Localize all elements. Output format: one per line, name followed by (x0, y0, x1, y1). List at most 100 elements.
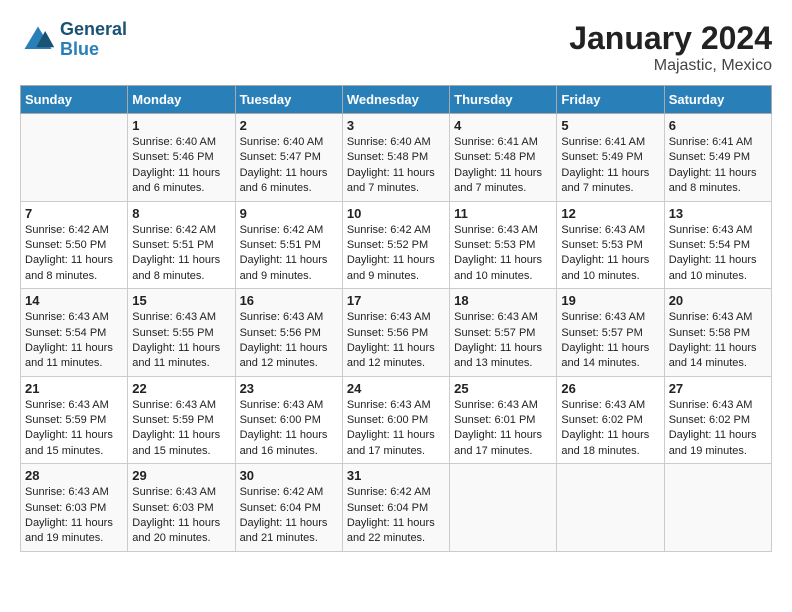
day-number: 19 (561, 293, 659, 308)
day-number: 6 (669, 118, 767, 133)
title-block: January 2024 Majastic, Mexico (569, 20, 772, 75)
day-number: 22 (132, 381, 230, 396)
cell-details: Sunrise: 6:43 AMSunset: 5:59 PMDaylight:… (25, 398, 123, 460)
day-number: 28 (25, 468, 123, 483)
cell-details: Sunrise: 6:42 AMSunset: 6:04 PMDaylight:… (347, 485, 445, 547)
calendar-cell: 24Sunrise: 6:43 AMSunset: 6:00 PMDayligh… (342, 376, 449, 464)
calendar-cell: 20 Sunrise: 6:43 AMSunset: 5:58 PMDayligh… (664, 289, 771, 377)
calendar-cell: 8 Sunrise: 6:42 AMSunset: 5:51 PMDaylight… (128, 201, 235, 289)
day-number: 7 (25, 206, 123, 221)
logo-icon (20, 22, 56, 58)
calendar-cell: 26Sunrise: 6:43 AMSunset: 6:02 PMDayligh… (557, 376, 664, 464)
week-row-3: 14 Sunrise: 6:43 AMSunset: 5:54 PMDayligh… (21, 289, 772, 377)
calendar-cell: 22 Sunrise: 6:43 AMSunset: 5:59 PMDayligh… (128, 376, 235, 464)
calendar-cell: 5Sunrise: 6:41 AMSunset: 5:49 PMDaylight… (557, 114, 664, 202)
week-row-2: 7 Sunrise: 6:42 AMSunset: 5:50 PMDaylight… (21, 201, 772, 289)
col-header-thursday: Thursday (450, 86, 557, 114)
calendar-cell: 12 Sunrise: 6:43 AMSunset: 5:53 PMDayligh… (557, 201, 664, 289)
cell-details: Sunrise: 6:43 AMSunset: 6:03 PMDaylight:… (25, 485, 123, 547)
day-number: 9 (240, 206, 338, 221)
day-number: 27 (669, 381, 767, 396)
calendar-cell (21, 114, 128, 202)
page-header: General Blue January 2024 Majastic, Mexi… (20, 20, 772, 75)
subtitle: Majastic, Mexico (569, 57, 772, 75)
day-number: 13 (669, 206, 767, 221)
cell-details: Sunrise: 6:43 AMSunset: 5:55 PMDaylight:… (132, 310, 230, 372)
day-number: 23 (240, 381, 338, 396)
cell-details: Sunrise: 6:43 AMSunset: 5:53 PMDaylight:… (561, 223, 659, 285)
calendar-table: SundayMondayTuesdayWednesdayThursdayFrid… (20, 85, 772, 552)
day-number: 1 (132, 118, 230, 133)
cell-details: Sunrise: 6:43 AMSunset: 6:02 PMDaylight:… (561, 398, 659, 460)
main-title: January 2024 (569, 20, 772, 57)
week-row-1: 1 Sunrise: 6:40 AMSunset: 5:46 PMDaylight… (21, 114, 772, 202)
day-number: 14 (25, 293, 123, 308)
cell-details: Sunrise: 6:41 AMSunset: 5:48 PMDaylight:… (454, 135, 552, 197)
day-number: 31 (347, 468, 445, 483)
cell-details: Sunrise: 6:43 AMSunset: 5:56 PMDaylight:… (240, 310, 338, 372)
calendar-cell: 23Sunrise: 6:43 AMSunset: 6:00 PMDayligh… (235, 376, 342, 464)
cell-details: Sunrise: 6:43 AMSunset: 5:54 PMDaylight:… (25, 310, 123, 372)
cell-details: Sunrise: 6:43 AMSunset: 5:57 PMDaylight:… (454, 310, 552, 372)
calendar-cell (450, 464, 557, 552)
cell-details: Sunrise: 6:41 AMSunset: 5:49 PMDaylight:… (561, 135, 659, 197)
cell-details: Sunrise: 6:43 AMSunset: 5:58 PMDaylight:… (669, 310, 767, 372)
calendar-cell: 10 Sunrise: 6:42 AMSunset: 5:52 PMDayligh… (342, 201, 449, 289)
calendar-cell: 27 Sunrise: 6:43 AMSunset: 6:02 PMDayligh… (664, 376, 771, 464)
calendar-cell: 31 Sunrise: 6:42 AMSunset: 6:04 PMDayligh… (342, 464, 449, 552)
day-number: 21 (25, 381, 123, 396)
col-header-wednesday: Wednesday (342, 86, 449, 114)
cell-details: Sunrise: 6:42 AMSunset: 5:52 PMDaylight:… (347, 223, 445, 285)
day-number: 15 (132, 293, 230, 308)
day-number: 20 (669, 293, 767, 308)
col-header-saturday: Saturday (664, 86, 771, 114)
cell-details: Sunrise: 6:42 AMSunset: 6:04 PMDaylight:… (240, 485, 338, 547)
day-number: 18 (454, 293, 552, 308)
day-number: 4 (454, 118, 552, 133)
calendar-cell: 6Sunrise: 6:41 AMSunset: 5:49 PMDaylight… (664, 114, 771, 202)
calendar-cell (557, 464, 664, 552)
calendar-cell: 4 Sunrise: 6:41 AMSunset: 5:48 PMDaylight… (450, 114, 557, 202)
day-number: 3 (347, 118, 445, 133)
day-number: 16 (240, 293, 338, 308)
day-number: 11 (454, 206, 552, 221)
day-number: 30 (240, 468, 338, 483)
day-number: 8 (132, 206, 230, 221)
day-number: 2 (240, 118, 338, 133)
calendar-cell: 3Sunrise: 6:40 AMSunset: 5:48 PMDaylight… (342, 114, 449, 202)
day-number: 17 (347, 293, 445, 308)
calendar-cell: 14 Sunrise: 6:43 AMSunset: 5:54 PMDayligh… (21, 289, 128, 377)
calendar-cell: 28 Sunrise: 6:43 AMSunset: 6:03 PMDayligh… (21, 464, 128, 552)
calendar-cell: 25Sunrise: 6:43 AMSunset: 6:01 PMDayligh… (450, 376, 557, 464)
day-number: 24 (347, 381, 445, 396)
week-row-5: 28 Sunrise: 6:43 AMSunset: 6:03 PMDayligh… (21, 464, 772, 552)
cell-details: Sunrise: 6:43 AMSunset: 6:02 PMDaylight:… (669, 398, 767, 460)
calendar-cell: 11Sunrise: 6:43 AMSunset: 5:53 PMDayligh… (450, 201, 557, 289)
day-number: 12 (561, 206, 659, 221)
calendar-cell: 15 Sunrise: 6:43 AMSunset: 5:55 PMDayligh… (128, 289, 235, 377)
cell-details: Sunrise: 6:43 AMSunset: 5:54 PMDaylight:… (669, 223, 767, 285)
col-header-sunday: Sunday (21, 86, 128, 114)
calendar-cell: 16 Sunrise: 6:43 AMSunset: 5:56 PMDayligh… (235, 289, 342, 377)
cell-details: Sunrise: 6:43 AMSunset: 5:59 PMDaylight:… (132, 398, 230, 460)
calendar-cell: 21 Sunrise: 6:43 AMSunset: 5:59 PMDayligh… (21, 376, 128, 464)
column-headers: SundayMondayTuesdayWednesdayThursdayFrid… (21, 86, 772, 114)
calendar-cell: 18 Sunrise: 6:43 AMSunset: 5:57 PMDayligh… (450, 289, 557, 377)
col-header-monday: Monday (128, 86, 235, 114)
calendar-cell: 1 Sunrise: 6:40 AMSunset: 5:46 PMDaylight… (128, 114, 235, 202)
day-number: 29 (132, 468, 230, 483)
cell-details: Sunrise: 6:42 AMSunset: 5:50 PMDaylight:… (25, 223, 123, 285)
week-row-4: 21 Sunrise: 6:43 AMSunset: 5:59 PMDayligh… (21, 376, 772, 464)
cell-details: Sunrise: 6:43 AMSunset: 5:56 PMDaylight:… (347, 310, 445, 372)
col-header-friday: Friday (557, 86, 664, 114)
calendar-cell: 30 Sunrise: 6:42 AMSunset: 6:04 PMDayligh… (235, 464, 342, 552)
day-number: 10 (347, 206, 445, 221)
logo-general: General (60, 20, 127, 40)
col-header-tuesday: Tuesday (235, 86, 342, 114)
calendar-cell (664, 464, 771, 552)
cell-details: Sunrise: 6:40 AMSunset: 5:46 PMDaylight:… (132, 135, 230, 197)
cell-details: Sunrise: 6:43 AMSunset: 5:57 PMDaylight:… (561, 310, 659, 372)
logo: General Blue (20, 20, 127, 60)
cell-details: Sunrise: 6:43 AMSunset: 6:01 PMDaylight:… (454, 398, 552, 460)
cell-details: Sunrise: 6:42 AMSunset: 5:51 PMDaylight:… (132, 223, 230, 285)
